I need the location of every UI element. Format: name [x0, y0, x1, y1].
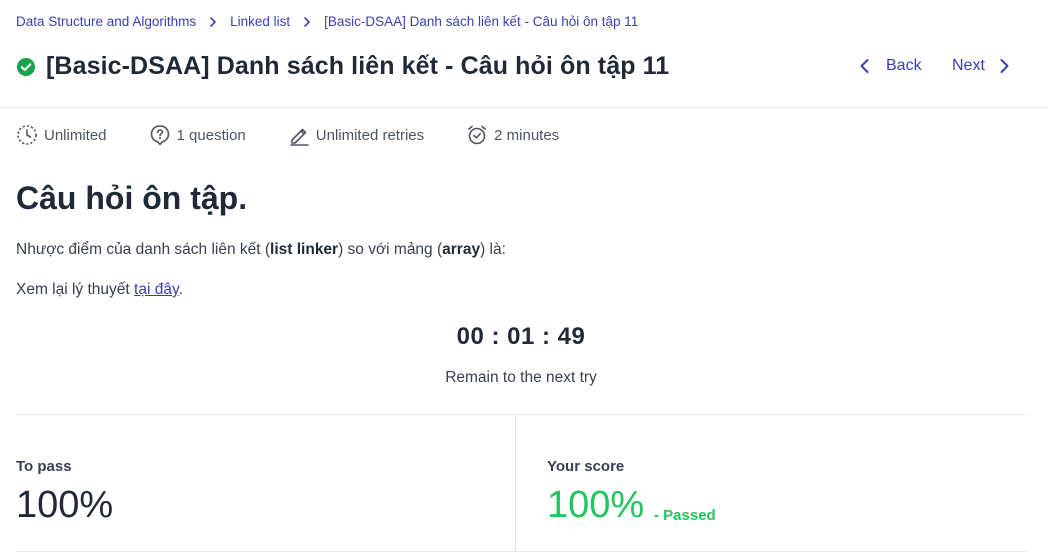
- chevron-right-icon: [1000, 59, 1009, 73]
- back-button[interactable]: Back: [856, 57, 922, 75]
- chevron-right-icon: [196, 16, 230, 27]
- meta-time-limit-label: Unlimited: [44, 126, 107, 144]
- alarm-clock-icon: [468, 125, 486, 145]
- meta-time-limit: Unlimited: [16, 124, 107, 146]
- review-text-end: .: [178, 281, 183, 298]
- page-title: [Basic-DSAA] Danh sách liên kết - Câu hỏ…: [46, 52, 670, 80]
- timer-icon: [17, 125, 37, 145]
- section-heading: Câu hỏi ôn tập.: [16, 180, 248, 216]
- next-label: Next: [952, 57, 985, 74]
- question-text-part: ) là:: [480, 241, 506, 258]
- to-pass-label: To pass: [16, 458, 72, 475]
- score-bottom-divider: [16, 551, 1027, 552]
- meta-questions: 1 question: [149, 124, 246, 146]
- quiz-meta: Unlimited 1 question Unlimited retries 2…: [16, 124, 601, 146]
- question-term-array: array: [442, 241, 481, 258]
- your-score-label: Your score: [547, 458, 625, 475]
- question-text: Nhược điểm của danh sách liên kết (list …: [16, 241, 506, 259]
- question-text-part: Nhược điểm của danh sách liên kết (: [16, 241, 271, 258]
- chevron-right-icon: [290, 16, 324, 27]
- chevron-left-icon: [860, 59, 869, 73]
- review-theory-text: Xem lại lý thuyết tại đây.: [16, 281, 183, 299]
- retry-countdown-caption: Remain to the next try: [445, 369, 597, 386]
- review-link[interactable]: tại đây: [134, 281, 179, 298]
- meta-retries: Unlimited retries: [288, 124, 424, 146]
- breadcrumb: Data Structure and Algorithms Linked lis…: [16, 14, 638, 29]
- title-row: [Basic-DSAA] Danh sách liên kết - Câu hỏ…: [16, 52, 669, 81]
- meta-duration: 2 minutes: [466, 124, 559, 146]
- question-text-part: ) so với mảng (: [338, 241, 443, 258]
- retry-countdown: 00 : 01 : 49: [456, 323, 586, 350]
- breadcrumb-item-current[interactable]: [Basic-DSAA] Danh sách liên kết - Câu hỏ…: [324, 14, 638, 29]
- meta-questions-label: 1 question: [176, 126, 246, 144]
- passed-status: - Passed: [654, 507, 716, 524]
- your-score-value: 100%: [547, 484, 645, 526]
- score-column-divider: [515, 415, 516, 552]
- meta-retries-label: Unlimited retries: [315, 126, 425, 144]
- review-text: Xem lại lý thuyết: [16, 281, 135, 298]
- pencil-icon: [289, 128, 309, 146]
- meta-duration-label: 2 minutes: [494, 126, 560, 144]
- check-circle-icon: [16, 57, 36, 77]
- next-button[interactable]: Next: [952, 57, 1013, 75]
- header-divider: [0, 107, 1048, 108]
- score-top-divider: [16, 414, 1027, 415]
- to-pass-value: 100%: [16, 484, 114, 526]
- question-term-list-linker: list linker: [270, 241, 339, 258]
- breadcrumb-item-course[interactable]: Data Structure and Algorithms: [16, 14, 196, 29]
- question-icon: [150, 125, 169, 146]
- breadcrumb-item-linked-list[interactable]: Linked list: [230, 14, 290, 29]
- back-label: Back: [886, 57, 922, 74]
